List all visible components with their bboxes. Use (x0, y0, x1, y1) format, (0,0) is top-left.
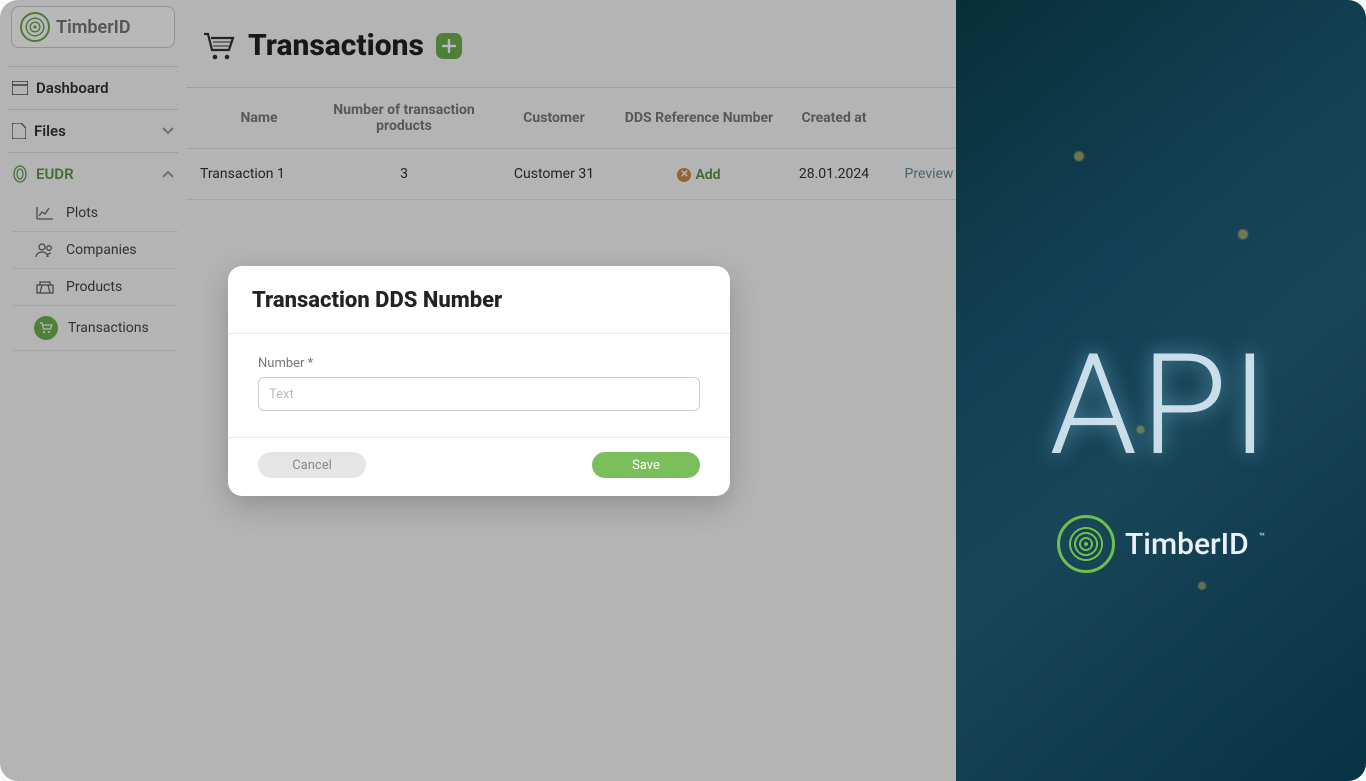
modal-title: Transaction DDS Number (228, 266, 730, 334)
field-label: Number * (258, 356, 700, 371)
save-button[interactable]: Save (592, 452, 700, 478)
cancel-button[interactable]: Cancel (258, 452, 366, 478)
promo-panel: API TimberID ™ (956, 0, 1366, 781)
trademark-icon: ™ (1259, 532, 1265, 543)
dds-modal: Transaction DDS Number Number * Cancel S… (228, 266, 730, 496)
dds-number-input[interactable] (258, 377, 700, 411)
promo-brand: TimberID (1125, 527, 1249, 562)
promo-logo: TimberID ™ (1057, 515, 1265, 573)
promo-api-text: API (1049, 324, 1272, 488)
fingerprint-icon (1057, 515, 1115, 573)
